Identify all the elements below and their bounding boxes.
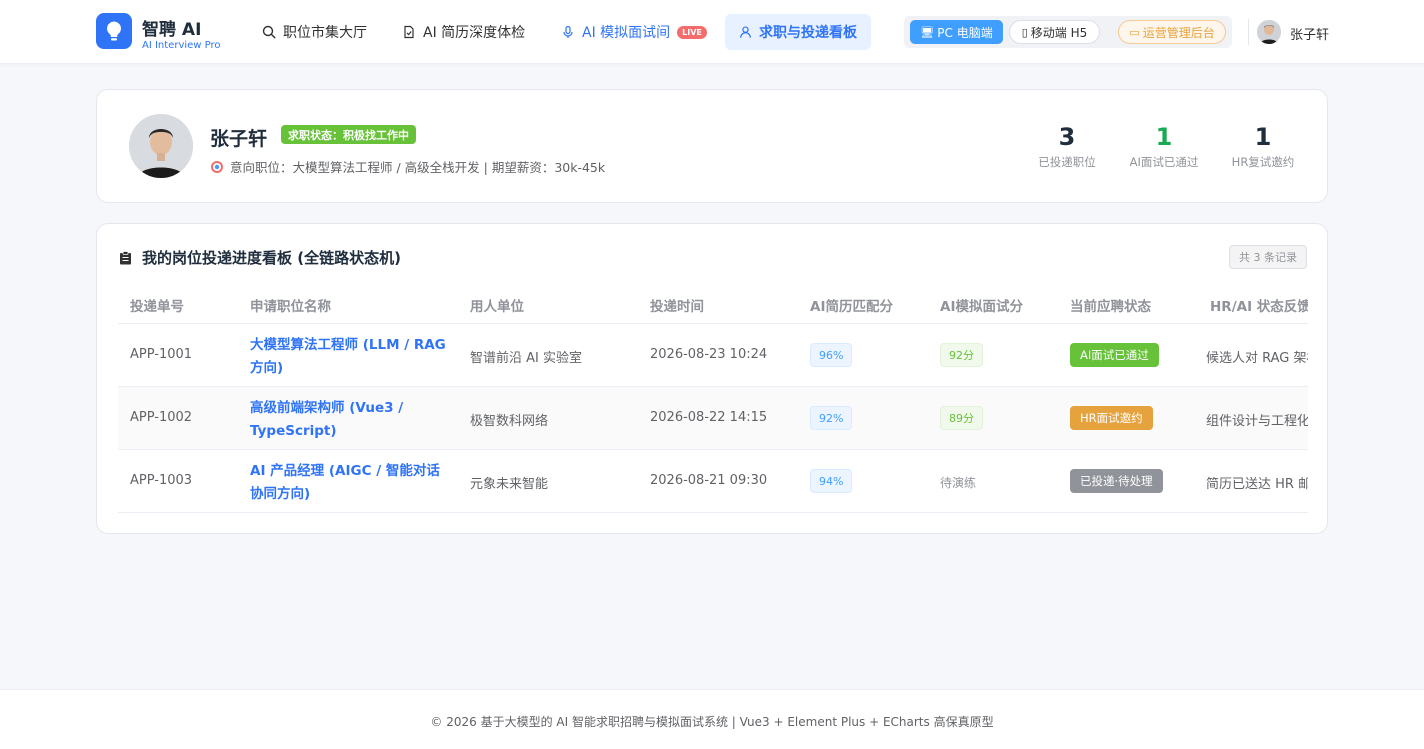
application-table: 投递单号 申请职位名称 用人单位 投递时间 AI简历匹配分 AI模拟面试分 当前… <box>118 284 1308 513</box>
application-board-card: 我的岗位投递进度看板 (全链路状态机) 共 3 条记录 投递单号 申请职位名称 … <box>96 223 1328 534</box>
admin-console-button[interactable]: ▭ 运营管理后台 <box>1118 20 1226 44</box>
stat-applied: 3 已投递职位 <box>1012 122 1122 170</box>
nav-label: 求职与投递看板 <box>759 25 857 41</box>
pc-mode-button[interactable]: 🖥 PC 电脑端 <box>910 20 1003 44</box>
nav-label: 职位市集大厅 <box>283 25 367 41</box>
platform-switcher: 🖥 PC 电脑端 ▯ 移动端 H5 ▭ 运营管理后台 <box>904 16 1232 48</box>
brand-logo[interactable] <box>96 13 132 49</box>
column-header: 投递单号 <box>130 299 184 315</box>
phone-icon: ▯ <box>1021 25 1028 39</box>
company-name: 元象未来智能 <box>470 477 549 492</box>
nav-application-board[interactable]: 求职与投递看板 <box>725 14 871 50</box>
header-divider <box>1248 19 1249 45</box>
brand-subtitle: AI Interview Pro <box>142 40 221 51</box>
table-header: 投递单号 申请职位名称 用人单位 投递时间 AI简历匹配分 AI模拟面试分 当前… <box>118 284 1308 324</box>
status-badge: AI面试已通过 <box>1070 343 1159 367</box>
job-title-link[interactable]: 高级前端架构师 (Vue3 / TypeScript) <box>250 397 450 443</box>
stat-hr-invite: 1 HR复试邀约 <box>1208 122 1318 170</box>
status-badge: 已投递·待处理 <box>1070 469 1163 493</box>
profile-card: 张子轩 求职状态：积极找工作中 意向职位：大模型算法工程师 / 高级全栈开发 |… <box>96 89 1328 203</box>
brand-name: 智聘 AI <box>142 20 202 40</box>
monitor-icon: 🖥 <box>920 25 935 39</box>
person-photo-icon <box>129 114 193 178</box>
microphone-icon <box>563 25 573 38</box>
admin-console-label: 运营管理后台 <box>1142 25 1215 40</box>
stat-label: HR复试邀约 <box>1231 155 1295 169</box>
company-name: 智谱前沿 AI 实验室 <box>470 351 582 366</box>
company-name: 极智数科网络 <box>470 414 549 429</box>
column-header: HR/AI 状态反馈 <box>1210 299 1308 315</box>
nav-label: AI 模拟面试间 <box>582 25 671 41</box>
apply-time: 2026-08-22 14:15 <box>650 410 768 425</box>
stat-value: 1 <box>1254 123 1272 151</box>
pc-mode-label: PC 电脑端 <box>937 25 993 40</box>
clipboard-icon <box>120 250 131 264</box>
top-header: 智聘 AI AI Interview Pro 职位市集大厅 AI 简历深度体检 … <box>0 0 1424 64</box>
job-title-link[interactable]: AI 产品经理 (AIGC / 智能对话协同方向) <box>250 460 450 506</box>
avatar[interactable] <box>1257 20 1281 44</box>
stat-value: 1 <box>1155 123 1173 151</box>
resume-score-tag: 92% <box>810 406 853 430</box>
apply-time: 2026-08-21 09:30 <box>650 473 768 488</box>
document-check-icon <box>404 25 414 39</box>
resume-score-tag: 94% <box>810 469 853 493</box>
user-name[interactable]: 张子轩 <box>1290 24 1329 43</box>
board-title-text: 我的岗位投递进度看板 (全链路状态机) <box>142 249 401 267</box>
interview-score-tag: 89分 <box>940 406 983 430</box>
interview-score-tag: 92分 <box>940 343 983 367</box>
person-photo-icon <box>1257 20 1281 44</box>
column-header: 用人单位 <box>470 299 524 315</box>
job-title-link[interactable]: 大模型算法工程师 (LLM / RAG 方向) <box>250 334 450 380</box>
column-header: AI简历匹配分 <box>810 299 893 315</box>
nav-mock-interview[interactable]: AI 模拟面试间 LIVE <box>561 14 707 50</box>
feedback-text: 组件设计与工程化能力优秀 <box>1206 414 1308 429</box>
stat-label: 已投递职位 <box>1038 155 1096 169</box>
lightbulb-icon <box>107 21 121 41</box>
table-row[interactable]: APP-1001 大模型算法工程师 (LLM / RAG 方向) 智谱前沿 AI… <box>118 324 1308 387</box>
application-id: APP-1001 <box>130 347 193 362</box>
column-header: 投递时间 <box>650 299 704 315</box>
application-id: APP-1002 <box>130 410 193 425</box>
feedback-text: 候选人对 RAG 架构理解深入 <box>1206 351 1308 366</box>
board-title: 我的岗位投递进度看板 (全链路状态机) <box>119 247 401 268</box>
table-row[interactable]: APP-1003 AI 产品经理 (AIGC / 智能对话协同方向) 元象未来智… <box>118 450 1308 513</box>
nav-resume-check[interactable]: AI 简历深度体检 <box>402 14 525 50</box>
apply-time: 2026-08-23 10:24 <box>650 347 768 362</box>
avatar <box>129 114 193 178</box>
h5-mode-label: 移动端 H5 <box>1030 25 1088 40</box>
feedback-text: 简历已送达 HR 邮箱 <box>1206 477 1308 492</box>
job-intent-text: 意向职位：大模型算法工程师 / 高级全栈开发 | 期望薪资：30k-45k <box>230 160 606 175</box>
target-icon <box>211 160 223 173</box>
status-badge: HR面试邀约 <box>1070 406 1153 430</box>
stat-ai-passed: 1 AI面试已通过 <box>1109 122 1219 170</box>
application-id: APP-1003 <box>130 473 193 488</box>
live-badge: LIVE <box>677 25 707 39</box>
stat-label: AI面试已通过 <box>1129 155 1199 169</box>
monitor-icon: ▭ <box>1129 25 1140 39</box>
user-icon <box>740 26 751 38</box>
h5-mode-button[interactable]: ▯ 移动端 H5 <box>1009 20 1100 44</box>
table-row[interactable]: APP-1002 高级前端架构师 (Vue3 / TypeScript) 极智数… <box>118 387 1308 450</box>
column-header: 申请职位名称 <box>250 299 331 315</box>
page-footer: © 2026 基于大模型的 AI 智能求职招聘与模拟面试系统 | Vue3 + … <box>0 689 1424 749</box>
column-header: 当前应聘状态 <box>1070 299 1151 315</box>
footer-text: © 2026 基于大模型的 AI 智能求职招聘与模拟面试系统 | Vue3 + … <box>430 715 994 729</box>
job-intent: 意向职位：大模型算法工程师 / 高级全栈开发 | 期望薪资：30k-45k <box>210 157 605 176</box>
search-icon <box>262 25 276 39</box>
resume-score-tag: 96% <box>810 343 853 367</box>
stat-value: 3 <box>1058 123 1076 151</box>
column-header: AI模拟面试分 <box>940 299 1023 315</box>
status-badge: 求职状态：积极找工作中 <box>281 125 416 144</box>
nav-label: AI 简历深度体检 <box>423 25 526 41</box>
record-count-badge: 共 3 条记录 <box>1229 245 1307 269</box>
interview-score-pending: 待演练 <box>940 476 977 490</box>
profile-name: 张子轩 <box>210 128 268 150</box>
nav-job-market[interactable]: 职位市集大厅 <box>262 14 367 50</box>
